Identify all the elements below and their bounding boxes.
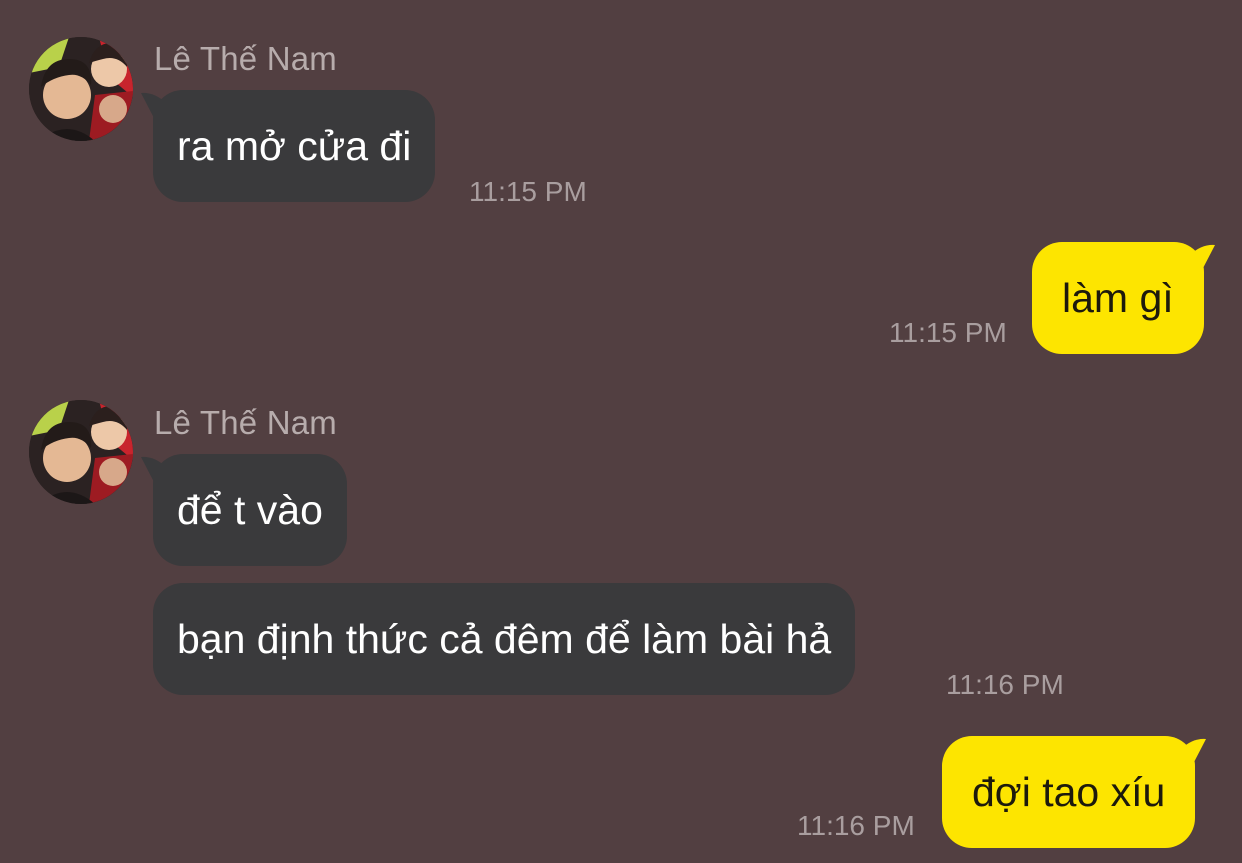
message-text: làm gì xyxy=(1062,274,1174,321)
chat-thread: Lê Thế Nam ra mở cửa đi 11:15 PM làm gì … xyxy=(0,0,1242,863)
message-text: để t vào xyxy=(177,486,323,533)
message-timestamp: 11:15 PM xyxy=(469,176,587,207)
incoming-message-bubble[interactable]: bạn định thức cả đêm để làm bài hả xyxy=(153,583,856,695)
bubble-tail xyxy=(1172,738,1207,766)
message-text: ra mở cửa đi xyxy=(177,122,412,169)
bubble-tail xyxy=(1180,244,1215,272)
message-text: bạn định thức cả đêm để làm bài hả xyxy=(177,615,832,662)
outgoing-message-bubble[interactable]: làm gì xyxy=(1032,242,1215,354)
message-timestamp: 11:15 PM xyxy=(889,317,1007,348)
bubble-tail xyxy=(141,456,175,484)
incoming-message-bubble[interactable]: để t vào xyxy=(141,454,347,566)
incoming-message-bubble[interactable]: ra mở cửa đi xyxy=(141,90,436,202)
sender-name: Lê Thế Nam xyxy=(154,40,337,77)
sender-name: Lê Thế Nam xyxy=(154,404,337,441)
sender-avatar[interactable] xyxy=(29,400,133,504)
outgoing-message-bubble[interactable]: đợi tao xíu xyxy=(942,736,1207,848)
message-text: đợi tao xíu xyxy=(972,768,1166,815)
message-timestamp: 11:16 PM xyxy=(946,669,1064,700)
bubble-tail xyxy=(141,92,175,120)
sender-avatar[interactable] xyxy=(29,37,133,141)
message-timestamp: 11:16 PM xyxy=(797,810,915,841)
